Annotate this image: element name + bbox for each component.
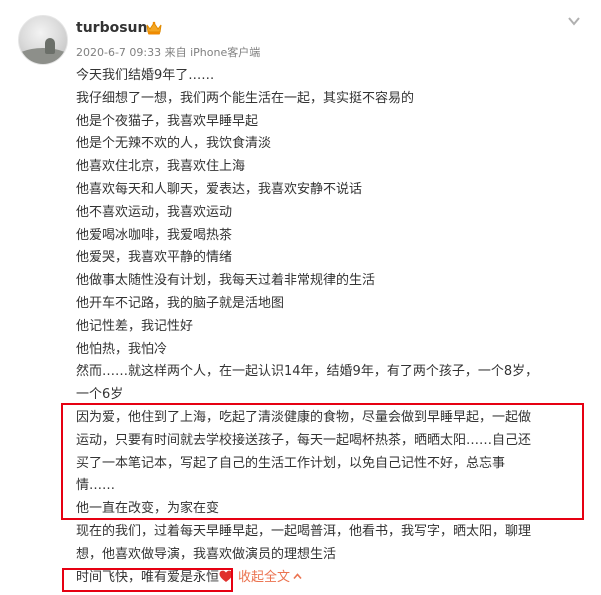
post-line: 他是个夜猫子，我喜欢早睡早起 [76,113,259,129]
post-line: 他喜欢每天和人聊天，爱表达，我喜欢安静不说话 [76,181,363,197]
post-meta: 2020-6-7 09:33 来自 iPhone客户端 [76,46,261,59]
post-line: 他开车不记路，我的脑子就是活地图 [76,295,285,311]
collapse-full-text-link[interactable]: 收起全文 [238,570,302,585]
avatar[interactable] [18,15,68,65]
post-line: 他是个无辣不欢的人，我饮食清淡 [76,136,272,152]
post-line: 现在的我们，过着每天早睡早起，一起喝普洱，他看书，我写字，晒太阳，聊理 [76,523,532,539]
post-line: 他爱喝冰咖啡，我爱喝热茶 [76,227,233,243]
post-line: 他怕热，我怕冷 [76,341,168,357]
post-line: 他不喜欢运动，我喜欢运动 [76,204,233,220]
collapse-label[interactable]: 收起全文 [238,570,290,585]
avatar-tree [45,38,55,54]
post-line: 我仔细想了一想，我们两个能生活在一起，其实挺不容易的 [76,90,415,106]
post-line: 他爱哭，我喜欢平静的情绪 [76,250,233,266]
post-line: 今天我们结婚9年了…… [76,68,215,83]
highlight-box-change [61,403,584,520]
post-line: 然而……就这样两个人，在一起认识14年，结婚9年，有了两个孩子，一个8岁， [76,364,539,380]
crown-vip-icon[interactable] [145,20,163,36]
post-line: 他记性差，我记性好 [76,318,194,334]
arrow-up-icon[interactable] [293,572,302,581]
avatar-hill [19,48,67,64]
post-line: 想，他喜欢做导演，我喜欢做演员的理想生活 [76,546,337,562]
post-line: 他做事太随性没有计划，我每天过着非常规律的生活 [76,273,376,289]
chevron-down-icon[interactable] [567,14,581,28]
post-line: 他喜欢住北京，我喜欢住上海 [76,159,246,175]
highlight-box-closing [62,568,233,592]
author-name[interactable]: turbosun [76,20,147,36]
